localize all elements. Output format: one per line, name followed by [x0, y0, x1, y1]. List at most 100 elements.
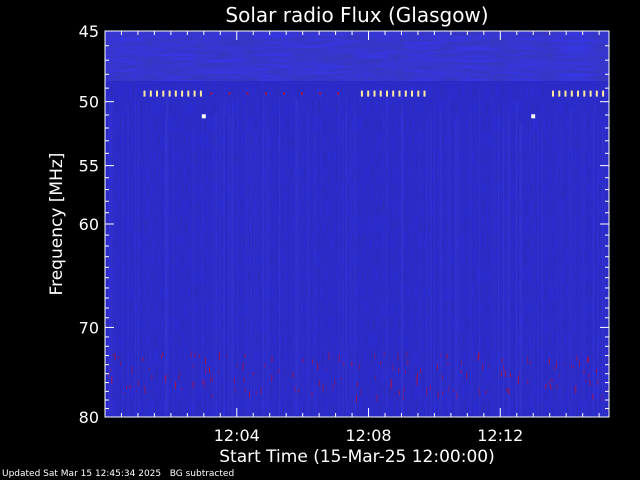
red-speck	[596, 368, 597, 373]
interference-dash	[367, 90, 370, 97]
red-speck	[460, 369, 462, 373]
red-speck	[136, 390, 138, 393]
y-axis-label: Frequency [MHz]	[47, 153, 67, 296]
red-speck	[441, 375, 443, 381]
red-speck	[478, 386, 480, 393]
red-speck	[390, 379, 392, 386]
footer-updated: Updated Sat Mar 15 12:45:34 2025	[2, 469, 162, 479]
red-speck	[376, 394, 378, 402]
red-speck	[144, 390, 146, 394]
red-speck	[312, 359, 314, 364]
red-speck	[405, 370, 406, 375]
red-speck	[479, 390, 481, 396]
red-speck	[129, 385, 131, 389]
red-speck	[325, 369, 327, 372]
red-speck	[589, 379, 591, 386]
red-speck	[211, 393, 213, 399]
red-speck	[124, 392, 126, 395]
y-tick-label: 45	[79, 22, 99, 41]
red-speck	[194, 352, 196, 358]
red-speck	[466, 372, 468, 379]
red-speck	[193, 364, 195, 368]
red-speck	[181, 387, 183, 391]
red-speck	[302, 358, 304, 363]
red-speck	[527, 356, 529, 364]
red-speck	[556, 360, 557, 369]
red-speck	[447, 362, 449, 365]
red-speck	[338, 354, 340, 362]
interference-dash	[360, 90, 363, 97]
red-speck	[420, 368, 422, 374]
burst-dot	[531, 114, 536, 119]
red-speck	[131, 366, 133, 374]
red-speck	[456, 392, 458, 400]
red-speck	[322, 384, 324, 392]
red-speck	[548, 358, 550, 365]
red-speck	[334, 379, 335, 386]
red-speck	[282, 92, 285, 95]
red-speck	[545, 383, 547, 390]
red-speck	[571, 364, 572, 368]
red-speck	[576, 355, 578, 361]
red-speck	[517, 376, 519, 384]
interference-dash	[379, 90, 382, 97]
red-speck	[271, 374, 273, 382]
interference-dash	[156, 90, 158, 97]
red-speck	[436, 363, 438, 370]
interference-dash	[392, 90, 395, 97]
interference-dash	[386, 90, 388, 97]
red-speck	[202, 379, 204, 385]
x-axis-label: Start Time (15-Mar-25 12:00:00)	[219, 447, 494, 467]
red-speck	[148, 367, 150, 371]
red-speck	[278, 368, 280, 373]
red-speck	[575, 385, 577, 393]
red-speck	[243, 377, 245, 383]
red-speck	[574, 386, 576, 394]
red-speck	[446, 353, 448, 360]
red-speck	[209, 366, 210, 373]
red-speck	[242, 362, 244, 371]
red-speck	[597, 379, 599, 385]
red-speck	[501, 357, 503, 363]
red-speck	[204, 381, 206, 389]
red-speck	[417, 372, 418, 380]
red-speck	[210, 92, 213, 95]
red-speck	[246, 92, 249, 95]
red-speck	[249, 391, 251, 398]
red-speck	[488, 364, 490, 368]
red-speck	[437, 392, 439, 398]
red-speck	[318, 379, 320, 387]
red-speck	[301, 92, 303, 95]
red-speck	[218, 370, 220, 374]
interference-dash	[181, 90, 184, 97]
interference-dash	[558, 90, 561, 97]
interference-dash	[404, 90, 407, 97]
interference-dash	[564, 90, 567, 97]
red-speck	[126, 386, 127, 389]
red-speck	[583, 369, 585, 375]
red-speck	[337, 92, 340, 95]
red-speck	[508, 388, 510, 395]
red-speck	[190, 351, 192, 358]
red-speck	[588, 373, 590, 378]
interference-dash	[602, 90, 605, 97]
red-speck	[380, 361, 381, 365]
red-speck	[294, 386, 296, 392]
red-speck	[142, 357, 144, 362]
red-speck	[374, 356, 376, 359]
red-speck	[592, 394, 594, 400]
red-speck	[340, 377, 342, 380]
red-speck	[164, 375, 166, 384]
red-speck	[375, 376, 377, 380]
red-speck	[236, 364, 238, 367]
red-speck	[448, 385, 450, 393]
red-speck	[383, 352, 385, 357]
red-speck	[328, 352, 330, 361]
red-speck	[137, 380, 139, 387]
red-speck	[360, 388, 362, 396]
red-speck	[453, 389, 455, 392]
red-speck	[406, 352, 408, 357]
red-speck	[244, 354, 246, 357]
red-speck	[260, 386, 262, 395]
red-speck	[161, 355, 162, 359]
